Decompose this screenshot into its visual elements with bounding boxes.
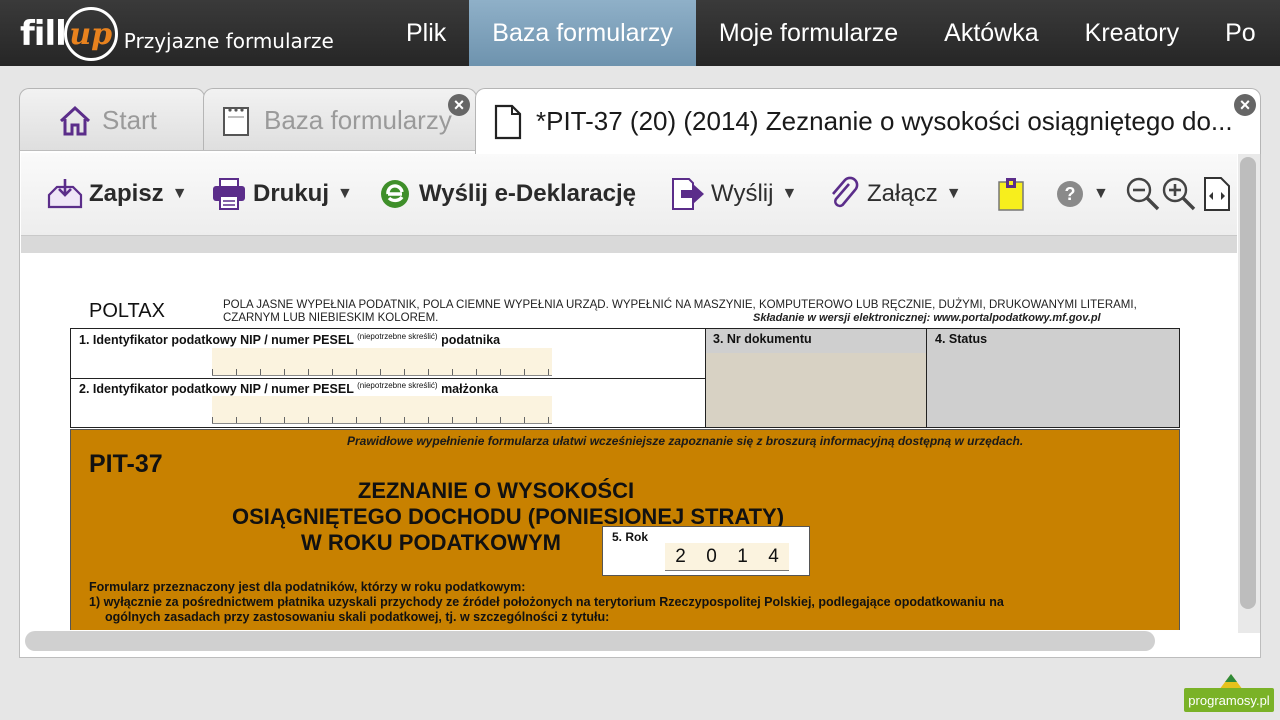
year-field: 5. Rok 2 0 1 4: [602, 526, 810, 576]
form-purpose-point-1: 1) wyłącznie za pośrednictwem płatnika u…: [89, 595, 1004, 609]
tab-start-label: Start: [102, 105, 157, 135]
document-toolbar: Zapisz ▼ Drukuj ▼ Wyślij e-Deklarację Wy…: [21, 153, 1237, 235]
send-label: Wyślij: [711, 180, 774, 207]
top-bar: fill up Przyjazne formularze Plik Baza f…: [0, 0, 1280, 66]
clipboard-button[interactable]: [997, 174, 1025, 214]
paperclip-icon: [832, 176, 859, 208]
main-nav: Plik Baza formularzy Moje formularze Akt…: [383, 0, 1279, 66]
year-digit: 4: [768, 545, 779, 567]
tab-baza-label: Baza formularzy: [264, 105, 452, 135]
close-tab-baza-icon[interactable]: ×: [448, 94, 470, 116]
fit-width-button[interactable]: [1203, 174, 1231, 214]
form-document: POLTAX POLA JASNE WYPEŁNIA PODATNIK, POL…: [21, 253, 1237, 630]
attach-label: Załącz: [867, 180, 938, 207]
watermark: programosy.pl: [1184, 688, 1274, 712]
save-dropdown-caret-icon[interactable]: ▼: [172, 185, 188, 203]
zoom-in-button[interactable]: [1161, 174, 1197, 214]
form-header-section: Prawidłowe wypełnienie formularza ułatwi…: [70, 429, 1180, 630]
form-purpose-text: Formularz przeznaczony jest dla podatnik…: [89, 580, 1169, 625]
document-icon: [494, 104, 522, 139]
field-4-label: 4. Status: [935, 332, 988, 346]
zoom-out-icon: [1126, 177, 1160, 211]
attach-dropdown-caret-icon[interactable]: ▼: [946, 185, 962, 203]
svg-text:?: ?: [1065, 184, 1076, 204]
year-digit: 0: [706, 545, 717, 567]
printer-icon: [213, 178, 245, 210]
field-1-note: (niepotrzebne skreślić): [357, 332, 438, 341]
help-icon: ?: [1057, 181, 1083, 207]
form-purpose-point-1-cont: ogólnych zasadach przy zastosowaniu skal…: [105, 610, 610, 624]
correct-fill-note: Prawidłowe wypełnienie formularza ułatwi…: [347, 434, 1024, 448]
field-3-label: 3. Nr dokumentu: [713, 332, 812, 346]
electronic-filing-note: Składanie w wersji elektronicznej: www.p…: [753, 312, 1101, 324]
form-title-line-1: ZEZNANIE O WYSOKOŚCI: [357, 478, 635, 503]
help-dropdown-caret-icon[interactable]: ▼: [1093, 185, 1109, 203]
year-digit: 1: [737, 545, 748, 567]
field-2-label: 2. Identyfikator podatkowy NIP / numer P…: [79, 381, 499, 397]
nav-more[interactable]: Po: [1202, 0, 1279, 66]
toolbar-separator: [21, 235, 1237, 253]
help-button[interactable]: ? ▼: [1055, 174, 1109, 214]
nip-pesel-spouse-input[interactable]: [212, 396, 552, 424]
print-button[interactable]: Drukuj ▼: [211, 174, 353, 214]
app-logo[interactable]: fill up Przyjazne formularze: [20, 4, 334, 64]
export-icon: [672, 178, 704, 210]
zoom-out-button[interactable]: [1125, 174, 1161, 214]
edeclaration-label: Wyślij e-Deklarację: [419, 180, 637, 207]
tab-start[interactable]: Start: [19, 88, 205, 152]
nip-pesel-taxpayer-input[interactable]: [212, 348, 552, 376]
year-digit: 2: [675, 545, 686, 567]
form-code: PIT-37: [89, 450, 163, 478]
field-1-label: 1. Identyfikator podatkowy NIP / numer P…: [79, 332, 501, 348]
home-icon: [59, 105, 91, 135]
year-label: 5. Rok: [612, 530, 649, 544]
logo-text: fill: [20, 14, 67, 54]
document-panel: Zapisz ▼ Drukuj ▼ Wyślij e-Deklarację Wy…: [19, 150, 1261, 658]
poltax-label: POLTAX: [89, 300, 165, 322]
print-label: Drukuj: [253, 180, 330, 207]
tab-document-label: *PIT-37 (20) (2014) Zeznanie o wysokości…: [536, 106, 1233, 136]
horizontal-scrollbar[interactable]: [25, 631, 1155, 651]
save-button[interactable]: Zapisz ▼: [47, 174, 188, 214]
attach-button[interactable]: Załącz ▼: [827, 174, 962, 214]
nav-baza-formularzy[interactable]: Baza formularzy: [469, 0, 696, 66]
tab-baza-formularzy[interactable]: Baza formularzy: [203, 88, 477, 152]
year-input[interactable]: 2 0 1 4: [665, 543, 789, 571]
send-button[interactable]: Wyślij ▼: [671, 174, 797, 214]
edeclaration-icon: [381, 180, 409, 208]
send-dropdown-caret-icon[interactable]: ▼: [781, 185, 797, 203]
clipboard-icon: [998, 178, 1024, 211]
zoom-in-icon: [1162, 177, 1196, 211]
print-dropdown-caret-icon[interactable]: ▼: [337, 185, 353, 203]
send-edeclaration-button[interactable]: Wyślij e-Deklarację: [377, 174, 636, 214]
field-2-suffix: małżonka: [441, 382, 499, 397]
logo-circle: up: [63, 7, 118, 61]
form-icon: [223, 106, 249, 136]
nav-aktowka[interactable]: Aktówka: [921, 0, 1061, 66]
field-1-suffix: podatnika: [441, 333, 501, 348]
nav-moje-formularze[interactable]: Moje formularze: [696, 0, 921, 66]
tab-pit37-document[interactable]: *PIT-37 (20) (2014) Zeznanie o wysokości…: [475, 88, 1261, 154]
vertical-scroll-thumb[interactable]: [1240, 157, 1256, 609]
form-purpose-intro: Formularz przeznaczony jest dla podatnik…: [89, 580, 526, 594]
logo-tagline: Przyjazne formularze: [123, 29, 334, 53]
field-2-note: (niepotrzebne skreślić): [357, 381, 438, 390]
nav-kreatory[interactable]: Kreatory: [1062, 0, 1202, 66]
save-tray-icon: [47, 179, 83, 209]
fit-page-icon: [1204, 177, 1230, 211]
save-label: Zapisz: [89, 180, 164, 207]
close-tab-document-icon[interactable]: ×: [1234, 94, 1256, 116]
nav-plik[interactable]: Plik: [383, 0, 469, 66]
